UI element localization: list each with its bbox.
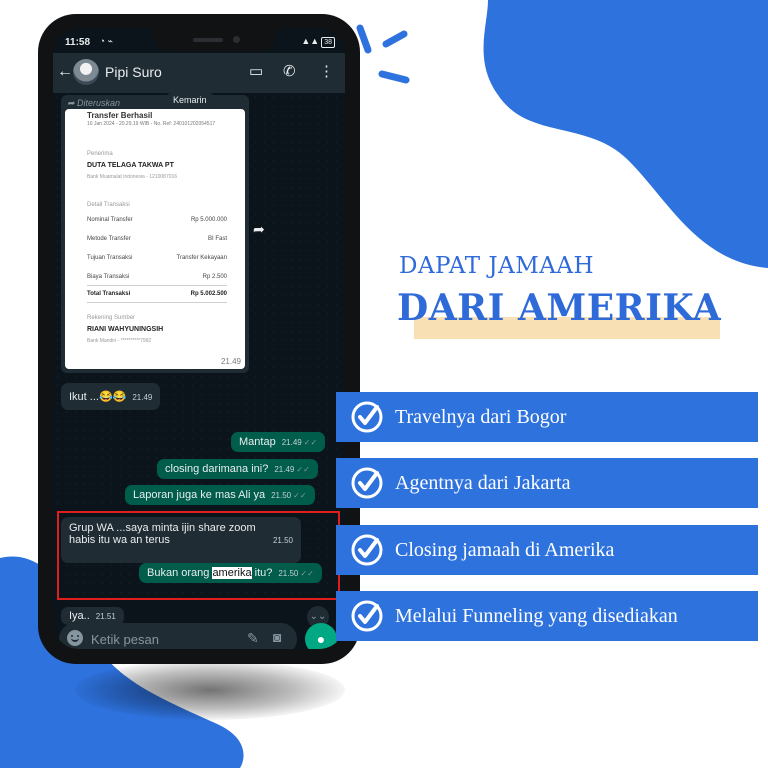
store-icon[interactable]: ▭: [249, 62, 263, 80]
forward-icon[interactable]: ➦: [253, 221, 265, 238]
receipt-recipient-bank: Bank Muamalat Indonesia - 1210087016: [87, 174, 178, 180]
feature-label: Travelnya dari Bogor: [395, 406, 567, 428]
check-circle-icon: [351, 600, 383, 632]
status-right: ▲▲ 38: [301, 36, 335, 48]
feature-item: Closing jamaah di Amerika: [336, 525, 758, 575]
receipt-recipient-label: Penerima: [87, 151, 113, 157]
contact-name[interactable]: Pipi Suro: [105, 64, 162, 80]
avatar[interactable]: [73, 59, 99, 85]
status-icons: ◔ ⌁: [87, 36, 113, 46]
message-time: 21.49: [220, 357, 241, 366]
check-circle-icon: [351, 534, 383, 566]
receipt-source-bank: Bank Mandiri - **********7992: [87, 338, 152, 344]
phone-mockup: 11:58 ◔ ⌁ ▲▲ 38 ← Pipi Suro ▭ ✆ ⋮ Kemarin…: [38, 14, 360, 664]
chat-header: ← Pipi Suro ▭ ✆ ⋮: [53, 53, 345, 93]
outgoing-message[interactable]: closing darimana ini? 21.49 ✓✓: [157, 459, 318, 479]
outgoing-message[interactable]: Mantap 21.49 ✓✓: [231, 432, 326, 452]
decorative-blue-blob-top: [483, 0, 768, 268]
incoming-message[interactable]: Ikut ...😂😂 21.49: [61, 383, 161, 410]
check-circle-icon: [351, 467, 383, 499]
receipt-details-label: Detail Transaksi: [87, 202, 130, 208]
date-chip: Kemarin: [166, 93, 214, 107]
promo-heading-line2: DARI AMERIKA: [397, 287, 722, 329]
highlight-red-frame: [57, 511, 340, 600]
signal-icon: ▲▲: [301, 36, 320, 46]
chat-area[interactable]: Kemarin ➦ Diteruskan Transfer Berhasil 1…: [53, 93, 345, 628]
mic-icon: ●: [316, 631, 326, 647]
receipt-row: Nominal Transfer Rp 5.000.000: [87, 217, 227, 223]
forwarded-label: ➦ Diteruskan: [67, 98, 121, 108]
battery-icon: 38: [321, 37, 335, 48]
read-ticks-icon: ✓✓: [303, 438, 318, 447]
message-input[interactable]: Ketik pesan: [91, 632, 159, 647]
back-arrow-icon[interactable]: ←: [57, 63, 73, 81]
feature-label: Agentnya dari Jakarta: [395, 472, 571, 494]
feature-item: Agentnya dari Jakarta: [336, 458, 758, 508]
phone-notch: [153, 29, 277, 51]
outgoing-message[interactable]: Laporan juga ke mas Ali ya 21.50 ✓✓: [125, 485, 315, 505]
feature-label: Closing jamaah di Amerika: [395, 539, 615, 561]
read-ticks-icon: ✓✓: [296, 465, 310, 474]
phone-shadow: [75, 660, 345, 720]
message-input-bar[interactable]: Ketik pesan ✎ ◙: [59, 623, 297, 649]
read-ticks-icon: ✓✓: [293, 491, 307, 500]
add-call-icon[interactable]: ✆: [283, 62, 296, 80]
attach-icon[interactable]: ✎: [247, 630, 259, 647]
receipt-source-name: RIANI WAHYUNINGSIH: [87, 326, 164, 333]
check-circle-icon: [351, 401, 383, 433]
feature-item: Melalui Funneling yang disediakan: [336, 591, 758, 641]
receipt-title: Transfer Berhasil: [87, 111, 153, 120]
receipt-row: Biaya Transaksi Rp 2.500: [87, 274, 227, 280]
feature-label: Melalui Funneling yang disediakan: [395, 605, 678, 627]
feature-item: Travelnya dari Bogor: [336, 392, 758, 442]
mic-button[interactable]: ●: [305, 623, 337, 649]
receipt-divider: [87, 285, 227, 286]
more-options-icon[interactable]: ⋮: [319, 62, 334, 80]
receipt-total-row: Total Transaksi Rp 5.002.500: [87, 291, 227, 297]
whatsapp-screen: 11:58 ◔ ⌁ ▲▲ 38 ← Pipi Suro ▭ ✆ ⋮ Kemarin…: [53, 29, 345, 649]
forwarded-image-message[interactable]: ➦ Diteruskan Transfer Berhasil 10 Jan 20…: [61, 95, 249, 373]
transfer-receipt-image[interactable]: Transfer Berhasil 10 Jan 2024 - 20.29.19…: [65, 109, 245, 369]
receipt-row: Metode Transfer BI Fast: [87, 236, 227, 242]
receipt-subtitle: 10 Jan 2024 - 20.29.19 WIB - No. Ref: 24…: [87, 121, 216, 127]
receipt-recipient-name: DUTA TELAGA TAKWA PT: [87, 162, 174, 169]
receipt-row: Tujuan Transaksi Transfer Kekayaan: [87, 255, 227, 261]
receipt-divider: [87, 302, 227, 303]
promo-heading-line1: DAPAT JAMAAH: [399, 253, 595, 279]
camera-icon[interactable]: ◙: [273, 629, 281, 645]
emoji-icon[interactable]: [67, 630, 83, 646]
receipt-source-label: Rekening Sumber: [87, 315, 136, 321]
